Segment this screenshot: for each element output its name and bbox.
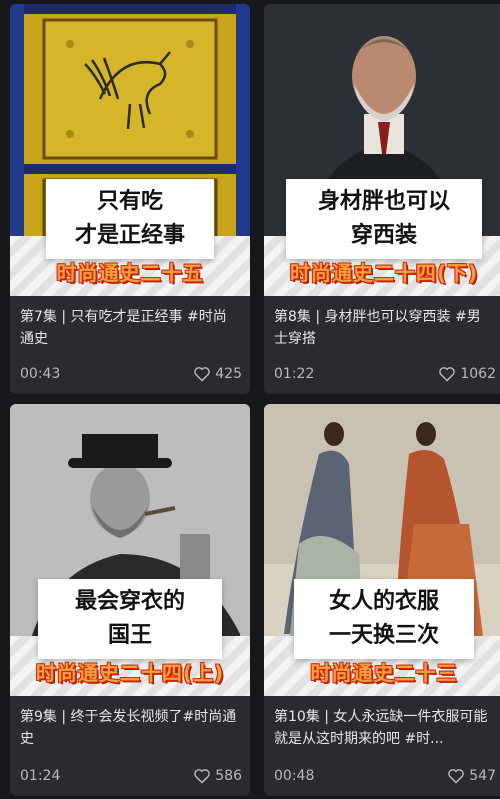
caption-box: 身材胖也可以 穿西装 <box>286 179 482 259</box>
video-title[interactable]: 第7集 | 只有吃才是正经事 #时尚通史 <box>20 306 240 350</box>
video-card[interactable]: 最会穿衣的 国王 时尚通史二十四(上) 第9集 | 终于会发长视频了#时尚通史 … <box>10 404 250 796</box>
video-meta: 00:43 425 <box>20 366 242 382</box>
video-thumbnail[interactable]: 身材胖也可以 穿西装 时尚通史二十四(下) <box>264 4 500 296</box>
video-duration: 01:22 <box>274 366 315 382</box>
video-grid: 只有吃 才是正经事 时尚通史二十五 第7集 | 只有吃才是正经事 #时尚通史 0… <box>0 0 500 799</box>
like-count-value: 586 <box>215 768 242 784</box>
video-thumbnail[interactable]: 女人的衣服 一天换三次 时尚通史二十三 <box>264 404 500 696</box>
series-label: 时尚通史二十四(上) <box>35 661 225 685</box>
video-meta: 00:48 547 <box>274 768 496 784</box>
video-title[interactable]: 第9集 | 终于会发长视频了#时尚通史 <box>20 706 240 750</box>
video-duration: 00:48 <box>274 768 315 784</box>
heart-outline-icon[interactable] <box>193 366 211 382</box>
like-count-value: 547 <box>469 768 496 784</box>
series-label: 时尚通史二十三 <box>310 661 458 685</box>
heart-outline-icon[interactable] <box>438 366 456 382</box>
series-label: 时尚通史二十四(下) <box>289 261 479 285</box>
heart-outline-icon[interactable] <box>193 768 211 784</box>
video-meta: 01:22 1062 <box>274 366 496 382</box>
caption-line-2: 一天换三次 <box>328 623 439 648</box>
like-count-value: 1062 <box>460 366 496 382</box>
video-title[interactable]: 第10集 | 女人永远缺一件衣服可能就是从这时期来的吧 #时... <box>274 706 494 750</box>
video-card[interactable]: 女人的衣服 一天换三次 时尚通史二十三 第10集 | 女人永远缺一件衣服可能就是… <box>264 404 500 796</box>
caption-line-1: 身材胖也可以 <box>317 189 450 214</box>
like-count-value: 425 <box>215 366 242 382</box>
video-duration: 00:43 <box>20 366 61 382</box>
video-meta: 01:24 586 <box>20 768 242 784</box>
caption-line-2: 国王 <box>107 623 152 648</box>
video-thumbnail[interactable]: 只有吃 才是正经事 时尚通史二十五 <box>10 4 250 296</box>
like-count[interactable]: 586 <box>193 768 242 784</box>
series-label: 时尚通史二十五 <box>56 261 204 285</box>
video-duration: 01:24 <box>20 768 61 784</box>
video-card[interactable]: 只有吃 才是正经事 时尚通史二十五 第7集 | 只有吃才是正经事 #时尚通史 0… <box>10 4 250 394</box>
caption-box: 最会穿衣的 国王 <box>38 579 222 659</box>
caption-line-1: 最会穿衣的 <box>74 589 185 614</box>
caption-line-2: 才是正经事 <box>74 223 185 248</box>
caption-line-2: 穿西装 <box>350 223 417 248</box>
video-thumbnail[interactable]: 最会穿衣的 国王 时尚通史二十四(上) <box>10 404 250 696</box>
caption-line-1: 只有吃 <box>96 189 163 214</box>
caption-box: 女人的衣服 一天换三次 <box>294 579 474 659</box>
heart-outline-icon[interactable] <box>447 768 465 784</box>
caption-line-1: 女人的衣服 <box>328 589 439 614</box>
like-count[interactable]: 425 <box>193 366 242 382</box>
like-count[interactable]: 1062 <box>438 366 496 382</box>
video-title[interactable]: 第8集 | 身材胖也可以穿西装 #男士穿搭 <box>274 306 494 350</box>
video-card[interactable]: 身材胖也可以 穿西装 时尚通史二十四(下) 第8集 | 身材胖也可以穿西装 #男… <box>264 4 500 394</box>
like-count[interactable]: 547 <box>447 768 496 784</box>
caption-box: 只有吃 才是正经事 <box>46 179 214 259</box>
